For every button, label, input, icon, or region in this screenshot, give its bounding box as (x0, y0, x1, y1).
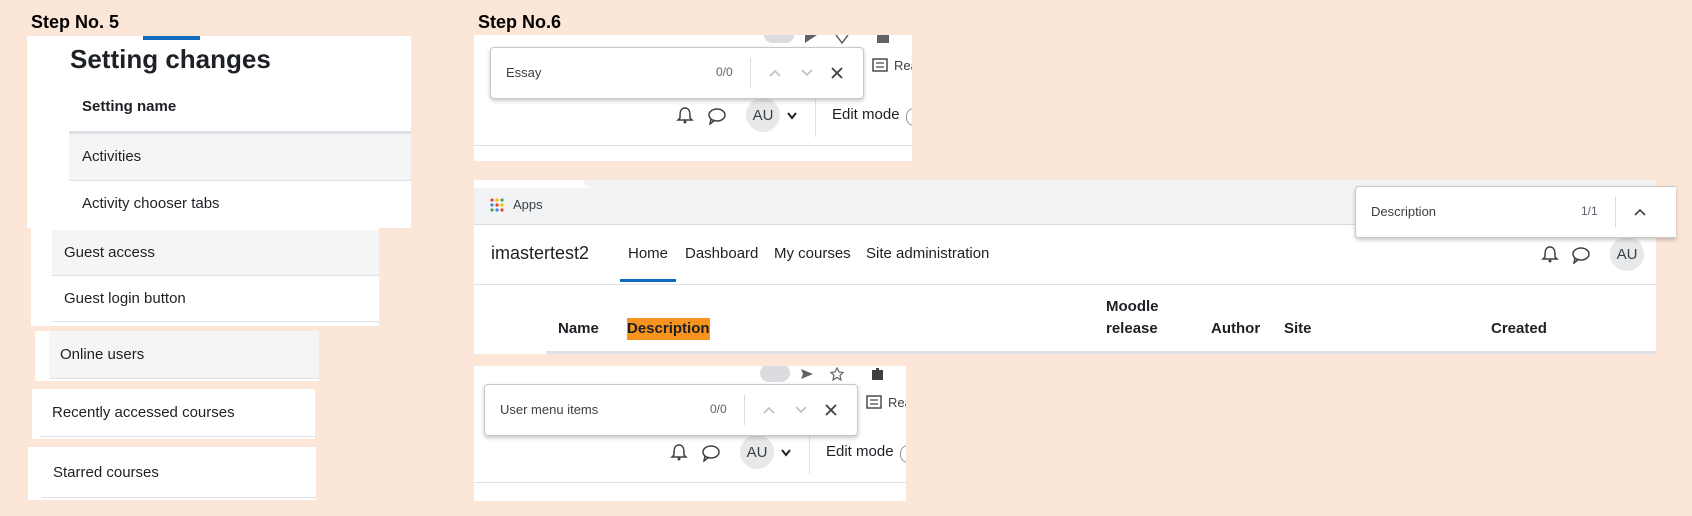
table-row: Activity chooser tabs (69, 181, 411, 227)
user-avatar[interactable]: AU (1610, 237, 1644, 271)
column-header-name[interactable]: Name (558, 318, 599, 340)
row-label-starred-courses: Starred courses (53, 464, 159, 481)
row-label-activities: Activities (82, 148, 142, 165)
send-icon[interactable] (800, 368, 814, 380)
setting-changes-panel: Setting changes Setting name Activities … (27, 36, 411, 228)
find-separator (750, 58, 751, 88)
next-match-icon[interactable] (800, 68, 814, 78)
step-6-label: Step No.6 (478, 12, 562, 32)
nav-home[interactable]: Home (628, 245, 668, 262)
nav-dashboard[interactable]: Dashboard (685, 245, 758, 262)
edit-mode-toggle[interactable] (900, 445, 906, 463)
reading-list-icon[interactable] (866, 395, 882, 409)
page-title: Setting changes (70, 44, 271, 74)
next-match-icon[interactable] (794, 405, 808, 415)
navbar-bottom-border (474, 284, 1656, 285)
extension-icon[interactable] (876, 35, 890, 45)
find-result-count: 0/0 (716, 65, 733, 79)
column-header-moodle-release-line1[interactable]: Moodle (1106, 296, 1159, 318)
table-row: Online users (49, 331, 319, 379)
header-divider (815, 93, 816, 137)
nav-active-indicator (620, 279, 676, 282)
close-icon[interactable] (824, 403, 838, 417)
recent-courses-panel: Recently accessed courses (32, 389, 315, 439)
column-header-description[interactable]: Description (627, 318, 710, 340)
column-header-setting-name: Setting name (82, 98, 177, 115)
send-icon[interactable] (804, 35, 818, 45)
find-in-page-bar: User menu items 0/0 (484, 384, 858, 436)
nav-my-courses[interactable]: My courses (774, 245, 851, 262)
nav-site-administration[interactable]: Site administration (866, 245, 989, 262)
row-label-online-users: Online users (60, 346, 145, 363)
find-result-count: 1/1 (1581, 204, 1598, 218)
online-users-panel: Online users (35, 331, 319, 381)
header-divider (809, 430, 810, 474)
row-label-guest-login-button: Guest login button (64, 290, 186, 307)
apps-grid-icon[interactable] (490, 198, 504, 212)
user-avatar[interactable]: AU (740, 435, 774, 469)
messages-icon[interactable] (1571, 246, 1591, 264)
messages-icon[interactable] (707, 107, 727, 125)
find-input[interactable]: Essay (506, 65, 541, 80)
bookmark-apps[interactable]: Apps (513, 197, 543, 212)
notification-bell-icon[interactable] (1541, 245, 1559, 263)
table-row: Guest login button (52, 276, 379, 322)
row-label-guest-access: Guest access (64, 244, 155, 261)
notification-bell-icon[interactable] (670, 443, 688, 461)
table-row: Starred courses (42, 447, 316, 498)
table-header-border (546, 351, 1656, 354)
column-header-author[interactable]: Author (1211, 318, 1260, 340)
find-result-count: 0/0 (710, 402, 727, 416)
close-icon[interactable] (830, 66, 844, 80)
find-in-page-bar: Essay 0/0 (490, 47, 864, 99)
row-label-activity-chooser-tabs: Activity chooser tabs (82, 195, 220, 212)
previous-match-icon[interactable] (1633, 207, 1647, 217)
extension-icon[interactable] (870, 367, 886, 381)
step-5-label: Step No. 5 (31, 12, 120, 32)
find-separator (744, 395, 745, 425)
chevron-down-icon[interactable] (787, 112, 797, 120)
reading-list-label[interactable]: Rea (888, 395, 906, 410)
notification-bell-icon[interactable] (676, 106, 694, 124)
header-bottom-border (474, 145, 912, 146)
find-in-page-bar: Description 1/1 (1355, 186, 1676, 238)
chevron-down-icon[interactable] (781, 449, 791, 457)
table-row: Guest access (52, 230, 379, 276)
edit-mode-label[interactable]: Edit mode (826, 443, 894, 460)
star-icon[interactable] (830, 367, 844, 381)
edit-mode-toggle[interactable] (906, 108, 912, 126)
column-header-moodle-release-line2[interactable]: release (1106, 318, 1158, 340)
messages-icon[interactable] (701, 444, 721, 462)
lens-icon[interactable] (764, 35, 794, 43)
active-tab-indicator (143, 36, 200, 40)
previous-match-icon[interactable] (762, 405, 776, 415)
header-bottom-border (474, 482, 906, 483)
find-separator (1615, 197, 1616, 227)
reading-list-icon[interactable] (872, 58, 888, 72)
column-header-created[interactable]: Created (1491, 318, 1547, 340)
find-input[interactable]: Description (1371, 204, 1436, 219)
star-icon[interactable] (835, 35, 849, 45)
lens-icon[interactable] (760, 366, 790, 382)
reading-list-label[interactable]: Rea (894, 58, 912, 73)
user-avatar[interactable]: AU (746, 98, 780, 132)
find-input[interactable]: User menu items (500, 402, 598, 417)
row-label-recently-accessed-courses: Recently accessed courses (52, 404, 235, 421)
guest-rows-panel: Guest access Guest login button (31, 228, 379, 326)
column-header-site[interactable]: Site (1284, 318, 1312, 340)
table-row: Activities (69, 134, 411, 181)
edit-mode-label[interactable]: Edit mode (832, 106, 900, 123)
table-row: Recently accessed courses (40, 389, 315, 437)
site-name[interactable]: imastertest2 (491, 243, 589, 264)
starred-courses-panel: Starred courses (28, 447, 316, 500)
previous-match-icon[interactable] (768, 68, 782, 78)
